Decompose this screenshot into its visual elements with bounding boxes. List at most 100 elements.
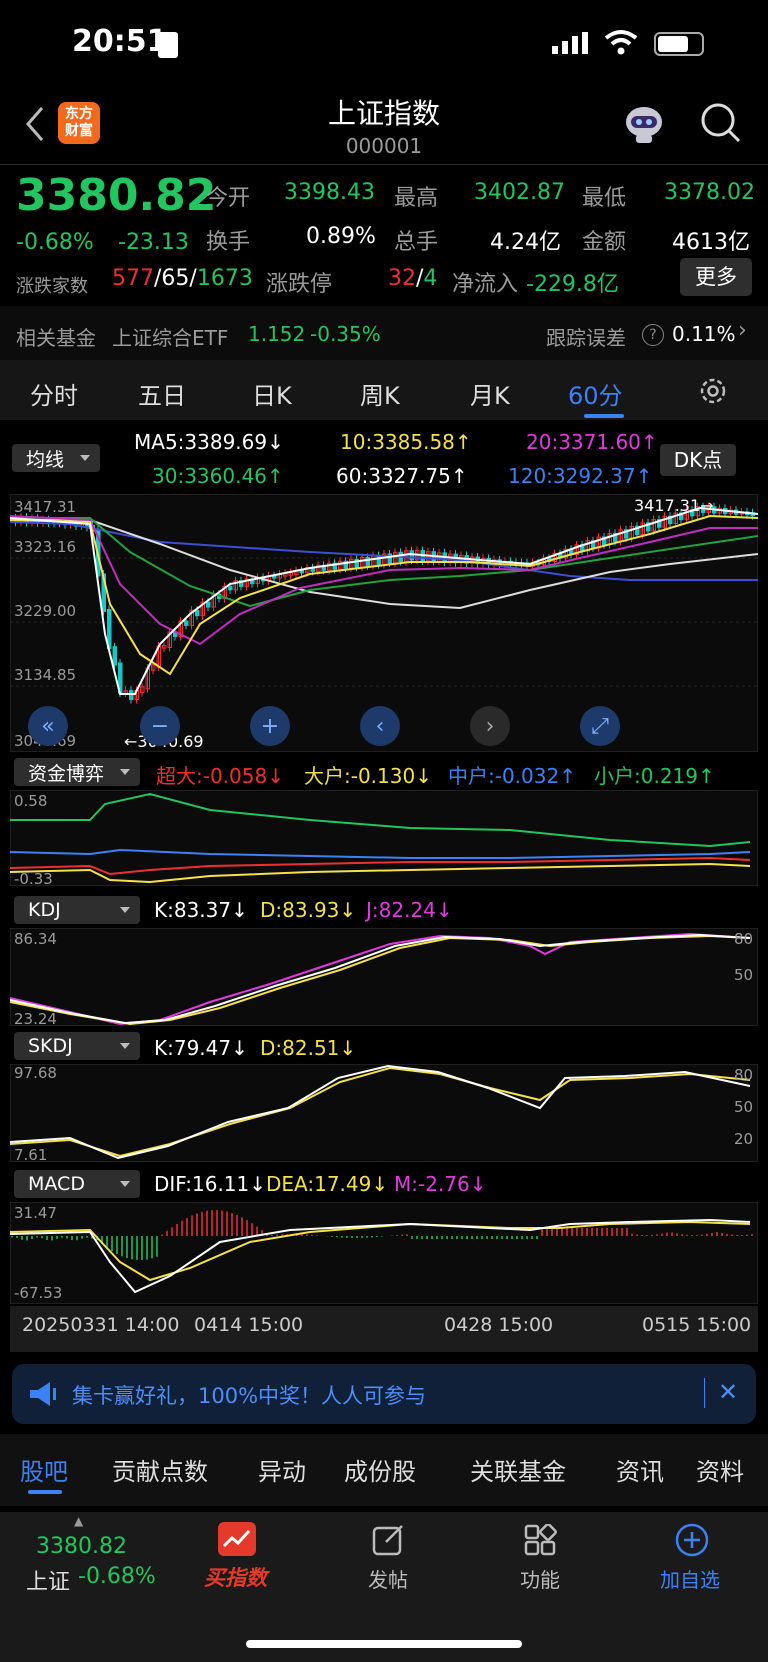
tab-intraday[interactable]: 分时 xyxy=(30,376,78,411)
rewind-icon[interactable]: « xyxy=(28,706,68,746)
tab-60min[interactable]: 60分 xyxy=(568,376,623,411)
subtab-constituents[interactable]: 成份股 xyxy=(344,1452,416,1487)
date-label-3: 0428 15:00 xyxy=(444,1314,554,1336)
zoom-out-icon[interactable]: − xyxy=(140,706,180,746)
kdj-ref-50: 50 xyxy=(734,966,754,984)
dk-point-button[interactable]: DK点 xyxy=(660,444,736,476)
skdj-ref-80: 80 xyxy=(734,1066,754,1084)
subtab-news[interactable]: 资讯 xyxy=(616,1452,664,1487)
flow-indicator-selector[interactable]: 资金博弈 xyxy=(14,758,140,786)
candle-body xyxy=(129,690,134,700)
netflow-label: 净流入 xyxy=(452,272,519,297)
skdj-selector[interactable]: SKDJ xyxy=(14,1032,140,1060)
close-icon[interactable]: ✕ xyxy=(718,1378,738,1406)
candle-body xyxy=(376,555,381,565)
robot-icon[interactable] xyxy=(622,102,666,144)
kdj-j: J:82.24↓ xyxy=(366,898,453,922)
tab-indicator xyxy=(584,414,624,418)
post-button[interactable]: 发帖 xyxy=(368,1564,408,1593)
ma30-value: 30:3360.46↑ xyxy=(152,464,284,488)
skdj-axis-bottom: 7.61 xyxy=(14,1146,48,1164)
subtab-movement[interactable]: 异动 xyxy=(258,1452,306,1487)
fullscreen-icon[interactable]: ⤢ xyxy=(580,706,620,746)
volume-label: 总手 xyxy=(394,230,439,255)
help-icon[interactable]: ? xyxy=(642,324,664,346)
ma120-value: 120:3292.37↑ xyxy=(508,464,653,488)
chevron-right-icon[interactable]: › xyxy=(738,318,747,343)
tab-monthly[interactable]: 月K xyxy=(470,376,510,411)
home-indicator xyxy=(246,1640,522,1648)
macd-dea: DEA:17.49↓ xyxy=(266,1172,389,1196)
candle-body xyxy=(228,585,233,591)
settings-icon[interactable] xyxy=(698,376,728,406)
candle-body xyxy=(184,620,189,626)
tab-5day[interactable]: 五日 xyxy=(138,376,186,411)
volume-value: 4.24亿 xyxy=(490,230,561,255)
date-label-1: 20250331 14:00 xyxy=(22,1314,180,1336)
kdj-axis-top: 86.34 xyxy=(14,930,57,948)
skdj-d: D:82.51↓ xyxy=(260,1036,357,1060)
megaphone-icon xyxy=(28,1380,58,1408)
fund-label: 相关基金 xyxy=(16,326,96,350)
kdj-k: K:83.37↓ xyxy=(154,898,248,922)
scroll-right-icon[interactable]: › xyxy=(470,706,510,746)
fund-name[interactable]: 上证综合ETF xyxy=(112,322,228,351)
subtab-indicator xyxy=(28,1490,62,1494)
tracking-value: 0.11% xyxy=(672,322,736,346)
turnover-label: 换手 xyxy=(206,230,251,255)
wifi-icon xyxy=(604,28,638,56)
buy-index-button[interactable]: 买指数 xyxy=(204,1562,267,1592)
more-button[interactable]: 更多 xyxy=(680,258,752,296)
skdj-axis-top: 97.68 xyxy=(14,1064,57,1082)
subtab-guba[interactable]: 股吧 xyxy=(20,1452,68,1487)
candle-body xyxy=(365,556,370,567)
macd-dif: DIF:16.11↓ xyxy=(154,1172,267,1196)
tab-daily[interactable]: 日K xyxy=(252,376,292,411)
large-flow: 大户:-0.130↓ xyxy=(304,764,432,788)
flow-axis-bottom: -0.33 xyxy=(14,870,53,888)
tab-weekly[interactable]: 周K xyxy=(360,376,400,411)
subtab-info[interactable]: 资料 xyxy=(696,1452,744,1487)
zoom-in-icon[interactable]: + xyxy=(250,706,290,746)
open-value: 3398.43 xyxy=(284,180,375,205)
date-label-4: 0515 15:00 xyxy=(642,1314,752,1336)
pct-change: -0.68% xyxy=(16,230,94,255)
skdj-chart xyxy=(10,1064,758,1162)
kdj-ref-80: 80 xyxy=(734,930,754,948)
fund-flow-chart xyxy=(10,790,758,886)
battery-icon xyxy=(654,32,704,56)
small-flow: 小户:0.219↑ xyxy=(594,764,715,788)
price-axis-3: 3229.00 xyxy=(14,602,77,620)
macd-selector[interactable]: MACD xyxy=(14,1170,140,1198)
post-icon[interactable] xyxy=(372,1524,406,1556)
low-value: 3378.02 xyxy=(664,180,755,205)
add-watchlist-icon[interactable] xyxy=(674,1522,710,1558)
function-icon[interactable] xyxy=(524,1523,558,1556)
max-price-tag: 3417.31→ xyxy=(634,496,714,515)
buy-index-icon[interactable] xyxy=(218,1522,256,1556)
limit-up-count: 32 xyxy=(388,266,416,291)
function-button[interactable]: 功能 xyxy=(520,1564,560,1593)
skdj-ref-20: 20 xyxy=(734,1130,754,1148)
xl-flow: 超大:-0.058↓ xyxy=(156,764,284,788)
banner-text[interactable]: 集卡赢好礼，100%中奖！人人可参与 xyxy=(72,1380,426,1410)
search-icon[interactable] xyxy=(700,102,742,144)
bottom-pct: -0.68% xyxy=(78,1564,156,1589)
ma-selector[interactable]: 均线 xyxy=(12,444,100,472)
kdj-selector[interactable]: KDJ xyxy=(14,896,140,924)
candle-body xyxy=(206,601,211,608)
add-watchlist-button[interactable]: 加自选 xyxy=(660,1564,720,1593)
bottom-name: 上证 xyxy=(26,1570,71,1595)
open-label: 今开 xyxy=(206,186,251,211)
macd-axis-top: 31.47 xyxy=(14,1204,57,1222)
amount-label: 金额 xyxy=(582,230,627,255)
skdj-ref-50: 50 xyxy=(734,1098,754,1116)
kdj-axis-bottom: 23.24 xyxy=(14,1010,57,1028)
scroll-left-icon[interactable]: ‹ xyxy=(360,706,400,746)
subtab-contribution[interactable]: 贡献点数 xyxy=(112,1452,208,1487)
subtab-funds[interactable]: 关联基金 xyxy=(470,1452,566,1487)
ma60-value: 60:3327.75↑ xyxy=(336,464,468,488)
date-label-2: 0414 15:00 xyxy=(194,1314,304,1336)
ma5-value: MA5:3389.69↓ xyxy=(134,430,284,454)
limit-label: 涨跌停 xyxy=(266,272,333,297)
